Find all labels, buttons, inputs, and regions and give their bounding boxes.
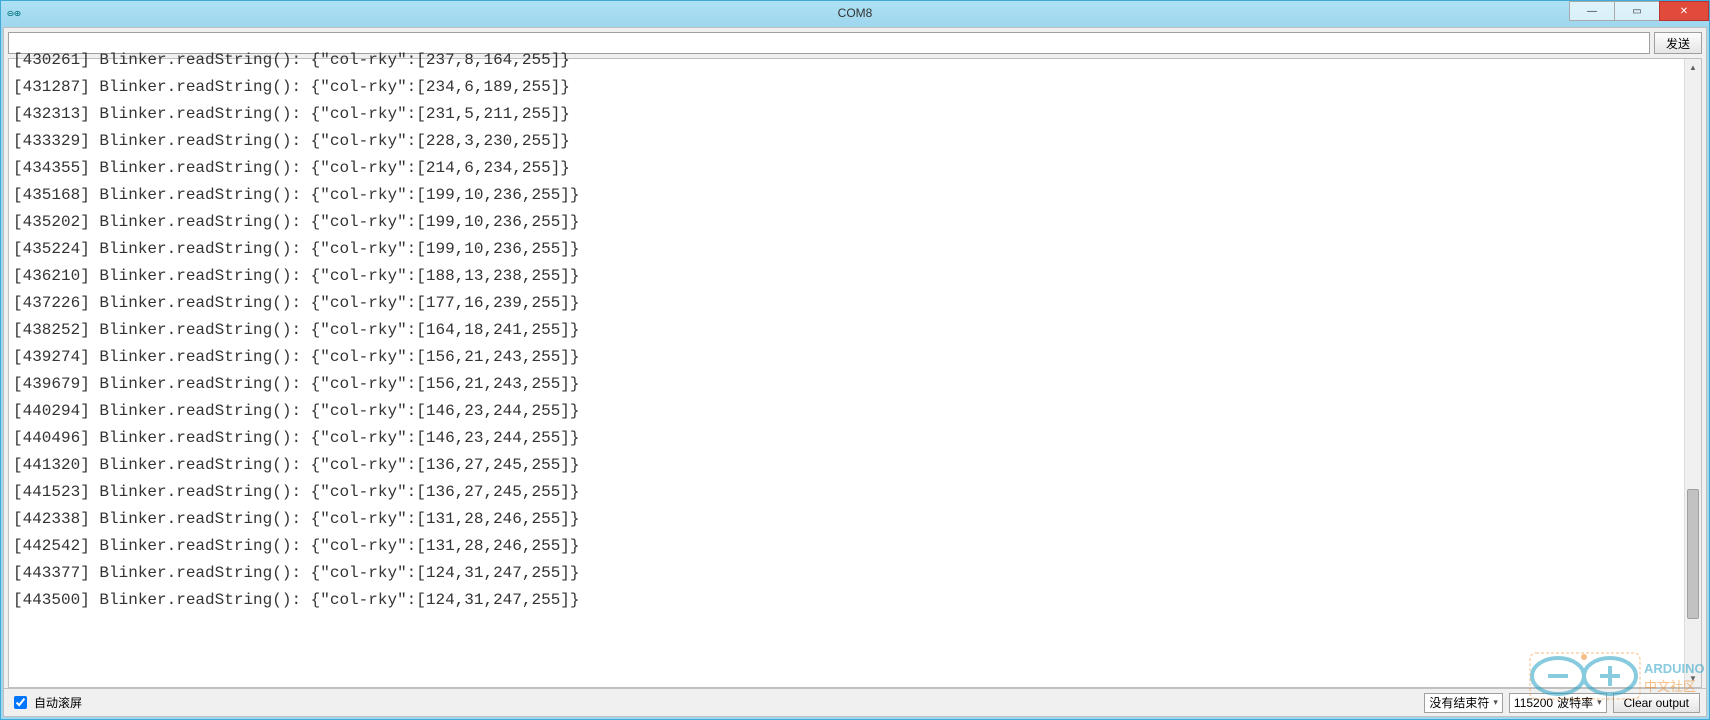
close-button[interactable]: ✕: [1659, 1, 1709, 21]
scroll-down-arrow-icon[interactable]: ▼: [1685, 670, 1701, 687]
serial-output-text[interactable]: [430261] Blinker.readString(): {"col-rky…: [9, 45, 1684, 687]
baud-rate-label: 波特率: [1557, 694, 1593, 711]
chevron-down-icon: ▾: [1493, 697, 1498, 708]
baud-rate-select[interactable]: 115200 波特率 ▾: [1509, 693, 1607, 713]
vertical-scrollbar[interactable]: ▲ ▼: [1684, 59, 1701, 687]
maximize-button[interactable]: ▭: [1614, 1, 1660, 21]
title-bar[interactable]: COM8 — ▭ ✕: [1, 1, 1709, 25]
scroll-up-arrow-icon[interactable]: ▲: [1685, 59, 1701, 76]
line-ending-value: 没有结束符: [1429, 694, 1489, 711]
autoscroll-checkbox-label[interactable]: 自动滚屏: [10, 693, 82, 712]
chevron-down-icon: ▾: [1597, 697, 1602, 708]
autoscroll-text: 自动滚屏: [34, 694, 82, 711]
minimize-button[interactable]: —: [1569, 1, 1615, 21]
line-ending-select[interactable]: 没有结束符 ▾: [1424, 693, 1503, 713]
window-controls: — ▭ ✕: [1570, 1, 1709, 25]
clear-output-button[interactable]: Clear output: [1613, 693, 1700, 713]
baud-rate-value: 115200: [1514, 696, 1553, 710]
client-area: 发送 [430261] Blinker.readString(): {"col-…: [3, 27, 1707, 717]
window-title: COM8: [1, 6, 1709, 20]
scroll-thumb[interactable]: [1687, 489, 1699, 619]
serial-monitor-window: COM8 — ▭ ✕ 发送 [430261] Blinker.readStrin…: [0, 0, 1710, 720]
output-pane: [430261] Blinker.readString(): {"col-rky…: [8, 58, 1702, 688]
footer-bar: 自动滚屏 没有结束符 ▾ 115200 波特率 ▾ Clear output: [4, 688, 1706, 716]
arduino-app-icon: [7, 6, 21, 20]
autoscroll-checkbox[interactable]: [14, 696, 27, 709]
